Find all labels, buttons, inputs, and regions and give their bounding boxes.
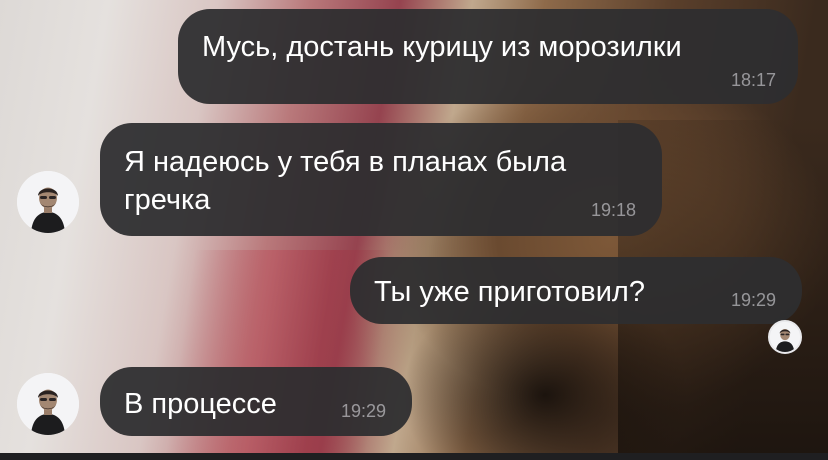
bottom-divider xyxy=(0,453,828,460)
contact-avatar[interactable] xyxy=(17,171,79,233)
message-time: 19:18 xyxy=(590,200,636,220)
read-receipt-photo-icon xyxy=(770,322,800,352)
message-text: Мусь, достань курицу из морозилки xyxy=(202,31,682,63)
message-bubble-outgoing[interactable]: Ты уже приготовил? 19:29 xyxy=(350,257,802,324)
message-bubble-incoming[interactable]: В процессе 19:29 xyxy=(100,367,412,436)
message-time: 19:29 xyxy=(340,401,386,421)
read-receipt-avatar xyxy=(768,320,802,354)
message-bubble-incoming[interactable]: Я надеюсь у тебя в планах была гречка 19… xyxy=(100,123,662,236)
contact-avatar[interactable] xyxy=(17,373,79,435)
message-text: Я надеюсь у тебя в планах была гречка xyxy=(124,146,567,216)
message-text: Ты уже приготовил? xyxy=(374,276,645,308)
avatar-photo-icon xyxy=(17,171,79,233)
avatar-photo-icon xyxy=(17,373,79,435)
message-time: 18:17 xyxy=(730,70,776,90)
message-bubble-outgoing[interactable]: Мусь, достань курицу из морозилки 18:17 xyxy=(178,9,798,104)
message-time: 19:29 xyxy=(730,290,776,310)
